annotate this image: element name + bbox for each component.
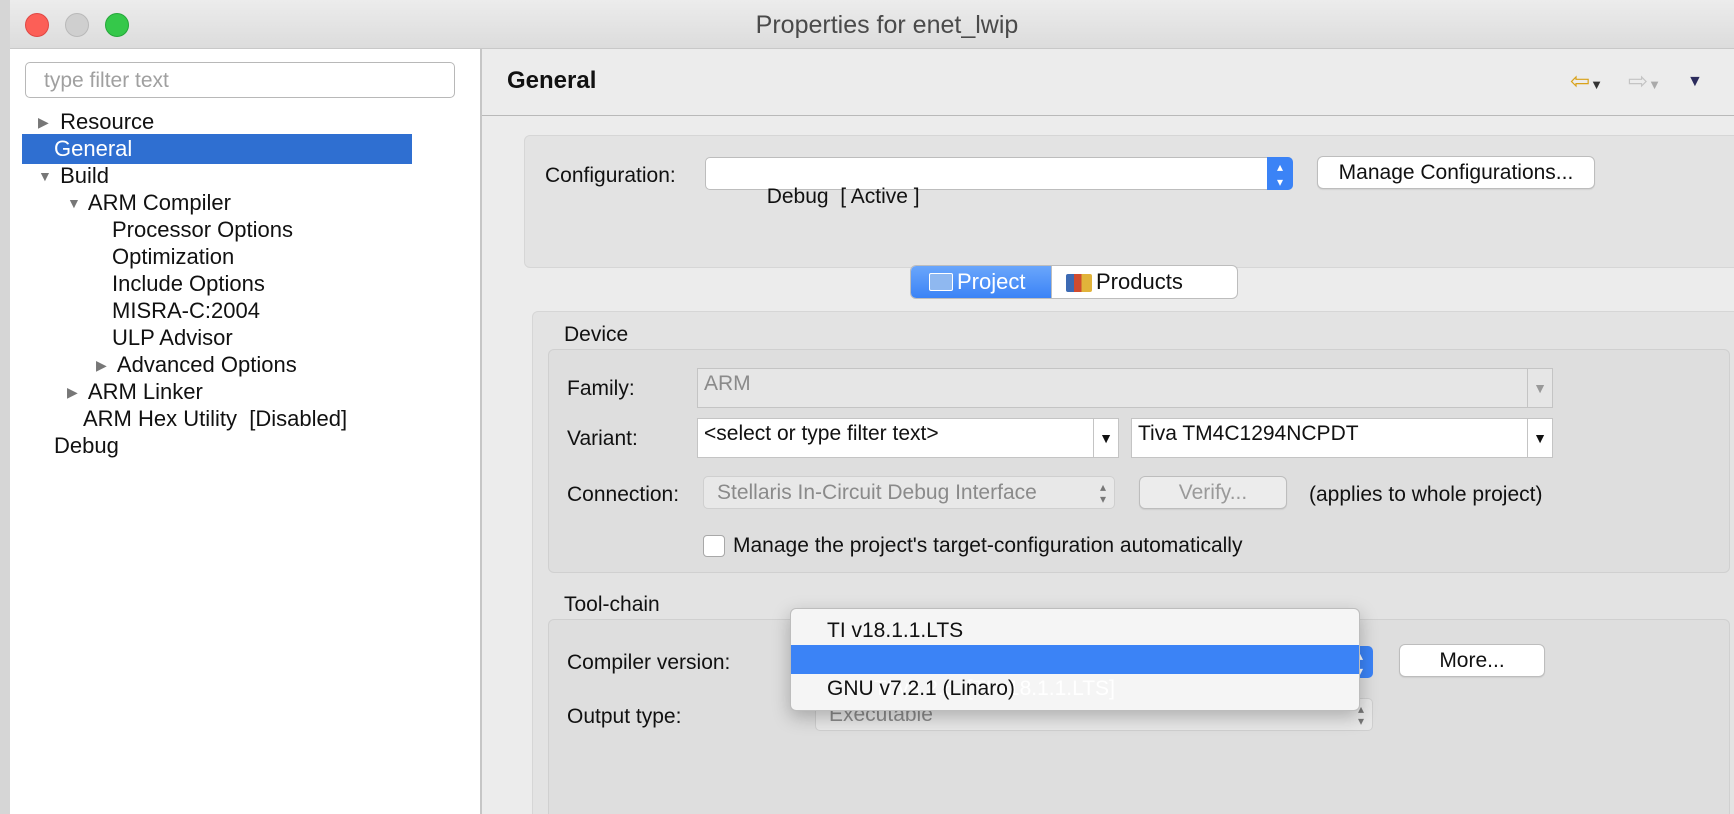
select-stepper-icon: ▴ ▾: [1267, 157, 1293, 190]
tree-item-build[interactable]: ▼ Build: [38, 161, 109, 191]
connection-select: Stellaris In-Circuit Debug Interface ▴ ▾: [703, 476, 1115, 509]
tab-project[interactable]: Project: [911, 266, 1051, 298]
dropdown-arrow-icon[interactable]: ▼: [1093, 419, 1118, 457]
tree-item-general[interactable]: General: [22, 134, 412, 164]
device-heading: Device: [564, 323, 629, 346]
window-title: Properties for enet_lwip: [755, 11, 1019, 39]
variant-filter-input[interactable]: <select or type filter text> ▼: [697, 418, 1119, 458]
manage-configurations-button[interactable]: Manage Configurations...: [1317, 156, 1595, 189]
filter-input[interactable]: type filter text: [25, 62, 455, 98]
folder-icon: [929, 273, 953, 291]
tree-item-include-options[interactable]: Include Options: [112, 269, 265, 299]
collapse-arrow-icon[interactable]: ▼: [67, 188, 83, 218]
title-bar: Properties for enet_lwip: [10, 0, 1734, 49]
configuration-select[interactable]: Debug [ Active ] ▴ ▾: [705, 157, 1293, 208]
variant-select[interactable]: Tiva TM4C1294NCPDT ▼: [1131, 418, 1553, 458]
expand-arrow-icon[interactable]: ▶: [38, 107, 54, 137]
tree-item-processor-options[interactable]: Processor Options: [112, 215, 293, 245]
applies-note: (applies to whole project): [1309, 483, 1543, 506]
tree-item-debug[interactable]: Debug: [54, 431, 119, 461]
compiler-version-menu: TI v18.1.1.LTS ✓ TI v5.2.6 [TI v18.1.1.LT…: [790, 608, 1360, 711]
dropdown-arrow-icon: ▼: [1527, 369, 1552, 407]
connection-label: Connection:: [567, 483, 680, 506]
navigation-pane: type filter text ▶ Resource General ▼ Bu…: [10, 49, 482, 814]
back-arrow-icon[interactable]: ⇦▼: [1570, 67, 1603, 96]
variant-label: Variant:: [567, 427, 638, 450]
forward-arrow-icon[interactable]: ⇨▼: [1628, 67, 1661, 96]
view-menu-icon[interactable]: ▼: [1687, 73, 1703, 91]
tree-item-arm-hex-utility[interactable]: ARM Hex Utility [Disabled]: [83, 404, 347, 434]
tree-item-ulp-advisor[interactable]: ULP Advisor: [112, 323, 233, 353]
tree-item-misra[interactable]: MISRA-C:2004: [112, 296, 260, 326]
project-tabs: Project Products: [910, 265, 1238, 299]
books-icon: [1066, 274, 1092, 292]
menu-item-ti-v5[interactable]: ✓ TI v5.2.6 [TI v18.1.1.LTS]: [791, 645, 1359, 700]
verify-button: Verify...: [1139, 476, 1287, 509]
compiler-version-label: Compiler version:: [567, 651, 731, 674]
configuration-panel: Configuration: Debug [ Active ] ▴ ▾ Manag…: [524, 135, 1734, 268]
tree-item-optimization[interactable]: Optimization: [112, 242, 234, 272]
dropdown-arrow-icon[interactable]: ▼: [1527, 419, 1552, 457]
device-group: Family: ARM ▼ Variant: <select or type f…: [548, 349, 1730, 573]
expand-arrow-icon[interactable]: ▶: [67, 377, 83, 407]
family-select: ARM ▼: [697, 368, 1553, 408]
properties-dialog: Properties for enet_lwip type filter tex…: [10, 0, 1734, 814]
page-title: General: [507, 67, 597, 94]
header-divider: [482, 115, 1734, 116]
stepper-icon: ▴ ▾: [1099, 480, 1106, 506]
manage-target-label: Manage the project's target-configuratio…: [733, 534, 1243, 557]
tree-item-resource[interactable]: ▶ Resource: [38, 107, 154, 137]
tree-item-advanced-options[interactable]: ▶ Advanced Options: [96, 350, 297, 380]
tab-products[interactable]: Products: [1051, 266, 1237, 298]
toolchain-heading: Tool-chain: [564, 593, 660, 616]
configuration-label: Configuration:: [545, 164, 676, 187]
output-type-label: Output type:: [567, 705, 682, 728]
collapse-arrow-icon[interactable]: ▼: [38, 161, 54, 191]
family-label: Family:: [567, 377, 635, 400]
menu-item-ti-v18[interactable]: TI v18.1.1.LTS: [791, 616, 1359, 645]
manage-target-checkbox[interactable]: [703, 535, 725, 557]
expand-arrow-icon[interactable]: ▶: [96, 350, 112, 380]
content-pane: General ⇦▼ ⇨▼ ▼ Configuration: Debug [ A…: [482, 49, 1734, 814]
menu-item-gnu-v7[interactable]: GNU v7.2.1 (Linaro): [791, 674, 1359, 703]
tree-item-arm-linker[interactable]: ▶ ARM Linker: [67, 377, 203, 407]
more-button[interactable]: More...: [1399, 644, 1545, 677]
tree-item-arm-compiler[interactable]: ▼ ARM Compiler: [67, 188, 231, 218]
